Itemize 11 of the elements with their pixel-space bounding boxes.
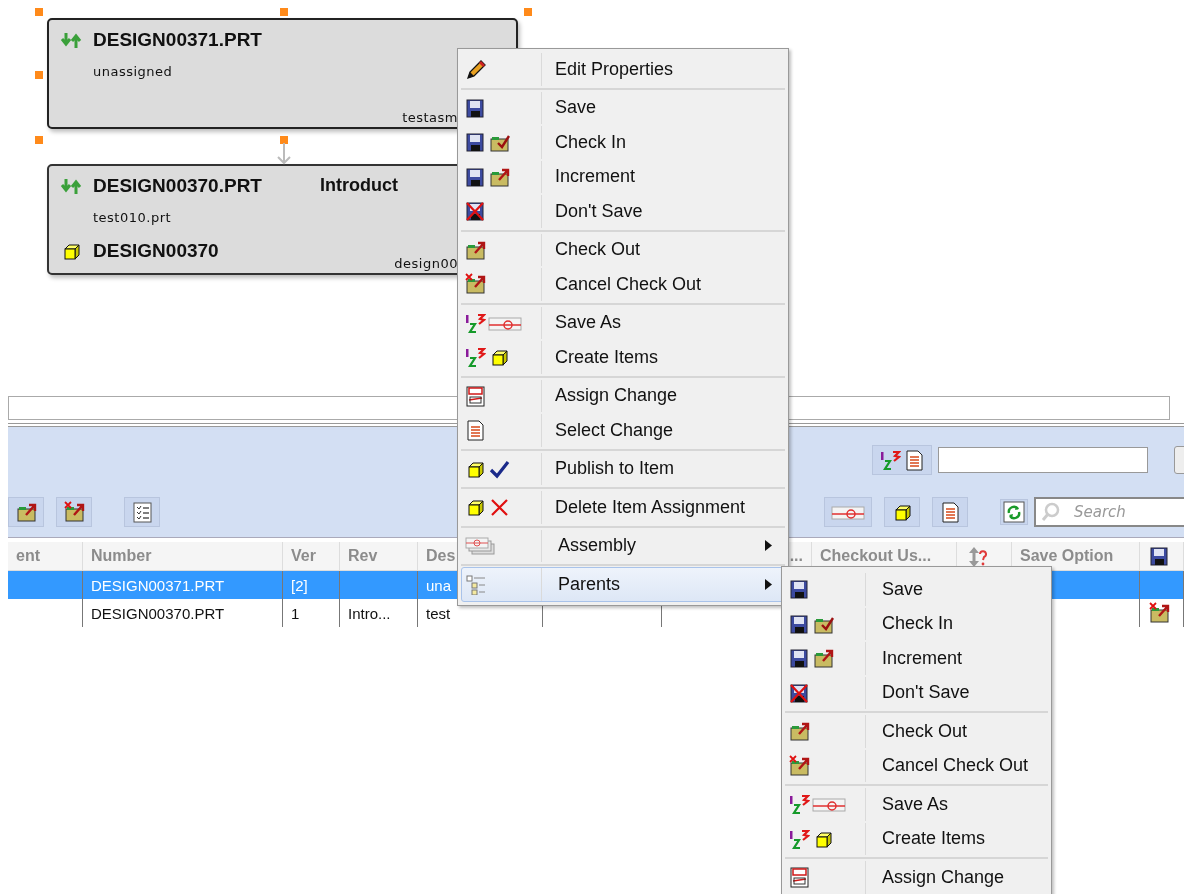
node-footer: testasm bbox=[402, 110, 458, 125]
node-description: Introduct bbox=[319, 175, 398, 197]
table-cell: Intro... bbox=[340, 599, 418, 627]
node-title: DESIGN00371.PRT bbox=[93, 28, 262, 51]
item-number: DESIGN00370 bbox=[93, 240, 219, 263]
table-cell: DESIGN00370.PRT bbox=[83, 599, 283, 627]
node-subtitle: test010.prt bbox=[93, 210, 172, 225]
node-title: DESIGN00370.PRT bbox=[93, 174, 262, 197]
node-subtitle: unassigned bbox=[93, 64, 173, 79]
node-footer: design00 bbox=[394, 256, 458, 271]
table-cell: 1 bbox=[283, 599, 340, 627]
